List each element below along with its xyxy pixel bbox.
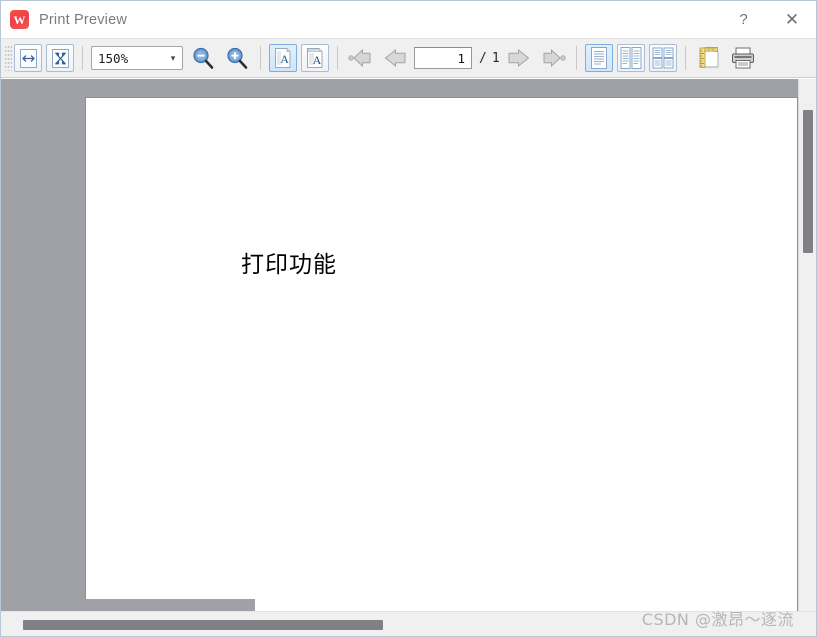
- preview-area[interactable]: 打印功能: [1, 79, 816, 613]
- print-preview-window: W Print Preview ? ✕ 150% ▾ A A 1 / 1 打印功…: [0, 0, 817, 637]
- previous-page-arrow-icon: [384, 48, 406, 68]
- close-icon: ✕: [784, 9, 800, 29]
- document-text: 打印功能: [241, 252, 337, 278]
- single-page-view-icon: [590, 47, 607, 69]
- zoom-level-select[interactable]: 150% ▾: [91, 46, 183, 70]
- printer-icon: [731, 47, 754, 69]
- fit-width-button[interactable]: [14, 44, 42, 72]
- single-page-view-button[interactable]: [584, 44, 613, 72]
- horizontal-scrollbar-thumb[interactable]: [23, 620, 383, 630]
- help-button[interactable]: ?: [721, 1, 766, 39]
- toolbar-separator-5: [684, 46, 686, 70]
- previous-page-button[interactable]: [380, 44, 410, 72]
- page-margins-a-icon: A: [307, 48, 323, 68]
- zoom-in-magnifier-icon: [227, 47, 248, 69]
- page-total-count: 1: [491, 50, 500, 66]
- zoom-level-value: 150%: [98, 50, 129, 66]
- window-controls: ? ✕: [721, 1, 816, 39]
- print-button[interactable]: [728, 44, 758, 72]
- help-question-icon: ?: [739, 11, 748, 28]
- ruler-button[interactable]: [694, 44, 724, 72]
- page-portrait-a-icon: A: [275, 48, 291, 68]
- fit-width-icon: [19, 48, 37, 68]
- chevron-down-icon: ▾: [170, 52, 176, 63]
- toolbar-separator-3: [337, 46, 338, 70]
- toolbar-separator-4: [575, 46, 577, 70]
- two-page-view-icon: [620, 47, 642, 69]
- ruler-margins-icon: [699, 47, 719, 68]
- toolbar-separator-2: [260, 46, 261, 70]
- vertical-scrollbar[interactable]: [798, 79, 816, 613]
- toolbar-separator-1: [82, 46, 83, 70]
- zoom-in-button[interactable]: [222, 44, 252, 72]
- title-bar: W Print Preview ? ✕: [1, 1, 816, 39]
- wps-writer-logo-icon: W: [10, 10, 29, 29]
- fit-page-button[interactable]: [46, 44, 74, 72]
- last-page-arrow-icon: [543, 48, 566, 68]
- next-page-button[interactable]: [504, 44, 534, 72]
- page-separator: /: [479, 50, 487, 66]
- close-button[interactable]: ✕: [766, 1, 816, 39]
- fit-page-icon: [51, 48, 69, 68]
- svg-text:A: A: [280, 52, 289, 66]
- zoom-out-button[interactable]: [188, 44, 218, 72]
- vertical-scrollbar-thumb[interactable]: [803, 110, 813, 253]
- first-page-arrow-icon: [348, 48, 371, 68]
- toolbar-grip[interactable]: [5, 45, 12, 71]
- logo-letter: W: [13, 12, 26, 27]
- window-title: Print Preview: [39, 11, 128, 28]
- last-page-button[interactable]: [538, 44, 568, 72]
- four-page-view-icon: [652, 47, 674, 69]
- page-margins-button[interactable]: A: [301, 44, 329, 72]
- scrollbar-left-corner: [1, 599, 255, 611]
- four-page-view-button[interactable]: [648, 44, 677, 72]
- page-number-value: 1: [457, 50, 465, 66]
- watermark-text: CSDN @激昂～逐流: [641, 610, 794, 629]
- document-page[interactable]: 打印功能: [86, 98, 797, 613]
- two-page-view-button[interactable]: [616, 44, 645, 72]
- first-page-button[interactable]: [346, 44, 376, 72]
- zoom-out-magnifier-icon: [193, 47, 214, 69]
- page-setup-button[interactable]: A: [269, 44, 297, 72]
- toolbar: 150% ▾ A A 1 / 1: [1, 39, 816, 78]
- page-number-input[interactable]: 1: [414, 47, 472, 69]
- next-page-arrow-icon: [508, 48, 529, 68]
- svg-text:A: A: [313, 53, 322, 67]
